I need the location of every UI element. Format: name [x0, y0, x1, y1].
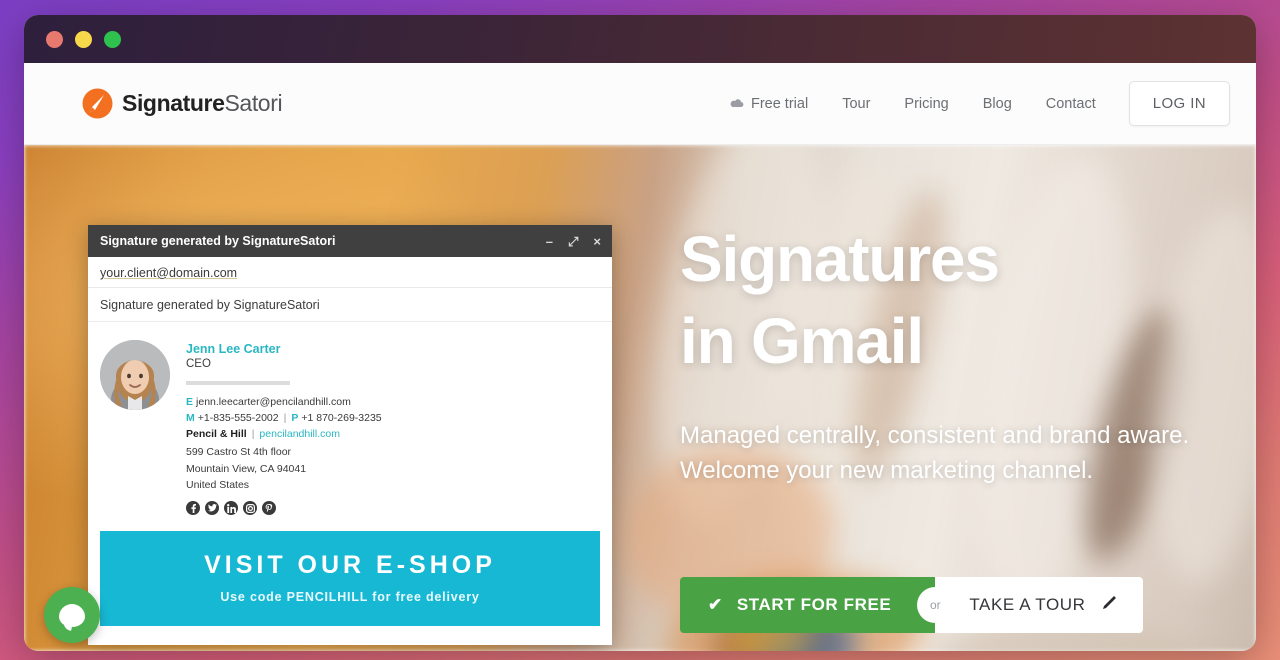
take-a-tour-label: TAKE A TOUR: [969, 595, 1086, 614]
address-line-3: United States: [186, 478, 250, 491]
signature-details: Jenn Lee Carter CEO Ejenn.leecarter@penc…: [186, 340, 600, 516]
nav-label: Pricing: [904, 95, 949, 112]
signature-phone: +1 870-269-3235: [301, 411, 382, 424]
phone-separator: |: [283, 411, 287, 424]
email-signature: Jenn Lee Carter CEO Ejenn.leecarter@penc…: [88, 322, 612, 516]
signature-social-icons: [186, 501, 600, 516]
linkedin-icon[interactable]: [224, 501, 238, 516]
address-line-1: 599 Castro St 4th floor: [186, 446, 292, 459]
nav-item-tour[interactable]: Tour: [825, 96, 887, 112]
signature-email: jenn.leecarter@pencilandhill.com: [196, 396, 351, 408]
gmail-compose-window: Signature generated by SignatureSatori –…: [88, 225, 612, 645]
browser-window: SignatureSatori Free trial Tour Pricing …: [24, 15, 1256, 651]
signature-role: CEO: [186, 358, 211, 370]
signature-website[interactable]: pencilandhill.com: [259, 428, 340, 440]
nav-label: Tour: [842, 95, 871, 112]
hero-subtitle: Managed centrally, consistent and brand …: [680, 421, 1190, 484]
nav-label: Blog: [982, 95, 1012, 112]
eshop-banner-subline: Use code PENCILHILL for free delivery: [220, 590, 480, 605]
check-icon: ✔: [708, 595, 723, 614]
compose-subject-field[interactable]: Signature generated by SignatureSatori: [88, 288, 612, 322]
compose-expand-button[interactable]: ⤢: [568, 235, 578, 248]
nav-item-contact[interactable]: Contact: [1029, 96, 1113, 112]
avatar: [100, 340, 170, 410]
signature-company-line: Pencil & Hill | pencilandhill.com: [186, 427, 600, 443]
site-header: SignatureSatori Free trial Tour Pricing …: [24, 63, 1256, 145]
compose-close-button[interactable]: ×: [593, 235, 601, 248]
signature-name: Jenn Lee Carter: [186, 342, 281, 356]
start-for-free-label: START FOR FREE: [736, 595, 892, 614]
instagram-icon[interactable]: [243, 501, 257, 516]
window-titlebar: [24, 15, 1256, 63]
signature-mobile: +1-835-555-2002: [197, 411, 279, 424]
signature-email-line: Ejenn.leecarter@pencilandhill.com: [186, 395, 600, 411]
take-a-tour-button[interactable]: TAKE A TOUR: [935, 577, 1143, 633]
site-logo[interactable]: SignatureSatori: [82, 88, 283, 119]
magic-wand-icon: [1100, 594, 1117, 616]
window-minimize-button[interactable]: [75, 30, 92, 48]
email-key: E: [186, 396, 194, 408]
hero-section: Signatures in Gmail Managed centrally, c…: [24, 145, 1256, 651]
hero-cta-group: ✔ START FOR FREE or TAKE A TOUR: [680, 577, 1143, 633]
window-close-button[interactable]: [46, 30, 63, 48]
facebook-icon[interactable]: [186, 501, 200, 516]
window-maximize-button[interactable]: [104, 30, 121, 48]
company-separator: |: [251, 427, 255, 440]
hero-content: Signatures in Gmail Managed centrally, c…: [680, 219, 1200, 488]
logo-word-bold: Signature: [122, 90, 225, 116]
mobile-key: M: [186, 411, 195, 424]
hero-title-line2: in Gmail: [680, 304, 924, 377]
compose-title: Signature generated by SignatureSatori: [100, 234, 336, 248]
eshop-banner-headline: VISIT OUR E-SHOP: [204, 551, 496, 580]
nav-item-pricing[interactable]: Pricing: [887, 96, 965, 112]
hero-title-line1: Signatures: [680, 223, 1000, 295]
signature-satori-logo-icon: [82, 88, 113, 119]
signature-divider: [186, 381, 290, 385]
signature-phone-line: M +1-835-555-2002 | P +1 870-269-3235: [186, 411, 600, 427]
compose-to-field[interactable]: your.client@domain.com: [88, 257, 612, 288]
main-nav: Free trial Tour Pricing Blog Contact LOG…: [713, 81, 1230, 126]
login-button[interactable]: LOG IN: [1128, 81, 1230, 126]
start-for-free-button[interactable]: ✔ START FOR FREE: [680, 577, 936, 633]
signature-address: 599 Castro St 4th floor Mountain View, C…: [186, 444, 600, 493]
cloud-icon: [730, 96, 744, 112]
nav-label: Free trial: [750, 95, 809, 112]
nav-label: Contact: [1045, 95, 1096, 112]
compose-titlebar: Signature generated by SignatureSatori –…: [88, 225, 612, 257]
pinterest-icon[interactable]: [262, 501, 276, 516]
twitter-icon[interactable]: [205, 501, 219, 516]
compose-to-value: your.client@domain.com: [100, 266, 238, 280]
phone-key: P: [291, 411, 299, 424]
compose-minimize-button[interactable]: –: [546, 235, 553, 248]
address-line-2: Mountain View, CA 94041: [186, 462, 307, 475]
logo-word-light: Satori: [224, 90, 283, 116]
logo-wordmark: SignatureSatori: [122, 90, 283, 117]
chat-bubble-icon: [59, 603, 85, 627]
hero-title: Signatures in Gmail: [680, 219, 1200, 383]
chat-widget-button[interactable]: [44, 587, 100, 643]
signature-company: Pencil & Hill: [186, 427, 247, 440]
eshop-banner[interactable]: VISIT OUR E-SHOP Use code PENCILHILL for…: [100, 531, 600, 627]
nav-item-free-trial[interactable]: Free trial: [713, 96, 825, 112]
nav-item-blog[interactable]: Blog: [966, 96, 1029, 112]
compose-window-controls: – ⤢ ×: [546, 235, 601, 248]
